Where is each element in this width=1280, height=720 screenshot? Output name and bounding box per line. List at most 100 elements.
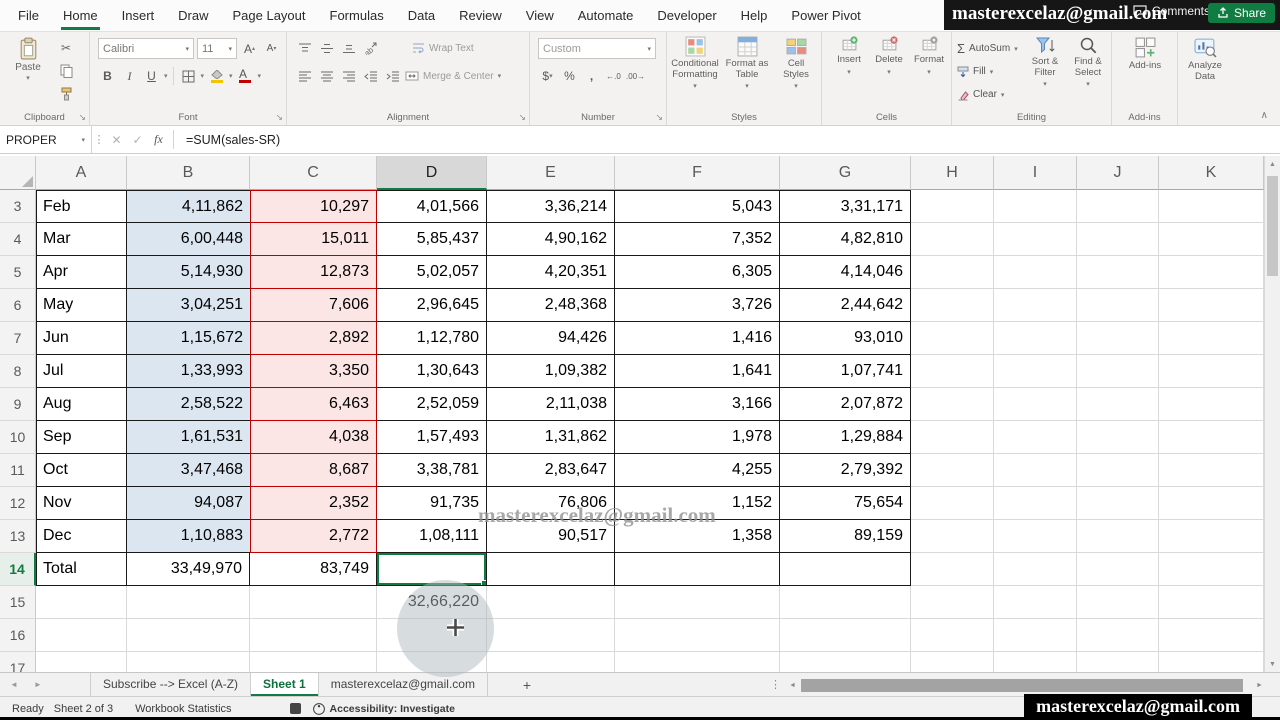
horizontal-scrollbar-thumb[interactable]: [801, 678, 1243, 692]
cell-G6[interactable]: 2,44,642: [780, 289, 911, 322]
cell-G11[interactable]: 2,79,392: [780, 454, 911, 487]
cell-H9[interactable]: [911, 388, 994, 421]
cell-H4[interactable]: [911, 223, 994, 256]
col-header-J[interactable]: J: [1077, 156, 1159, 190]
cell-D5[interactable]: 5,02,057: [377, 256, 487, 289]
format-painter-button[interactable]: [56, 84, 76, 103]
vertical-scrollbar[interactable]: ▲ ▼: [1264, 156, 1280, 672]
copy-button[interactable]: [56, 61, 76, 80]
cell-A3[interactable]: Feb: [36, 190, 127, 223]
percent-style-button[interactable]: %: [560, 66, 579, 86]
cell-J13[interactable]: [1077, 520, 1159, 553]
format-as-table-button[interactable]: Format as Table ▾: [723, 36, 771, 90]
cell-A13[interactable]: Dec: [36, 520, 127, 553]
cell-I10[interactable]: [994, 421, 1077, 454]
borders-arrow[interactable]: ▾: [201, 72, 205, 80]
align-middle-button[interactable]: [317, 38, 336, 58]
cell-I5[interactable]: [994, 256, 1077, 289]
cell-E17[interactable]: [487, 652, 615, 672]
cell-B11[interactable]: 3,47,468: [127, 454, 250, 487]
cell-K4[interactable]: [1159, 223, 1264, 256]
cell-C14[interactable]: 83,749: [250, 553, 377, 586]
cell-D15[interactable]: 32,66,220: [377, 586, 487, 619]
cell-B7[interactable]: 1,15,672: [127, 322, 250, 355]
delete-cells-button[interactable]: Delete ▾: [870, 36, 908, 76]
italic-button[interactable]: I: [120, 66, 139, 86]
cell-J11[interactable]: [1077, 454, 1159, 487]
scroll-left-icon[interactable]: ◄: [786, 682, 799, 689]
cell-A5[interactable]: Apr: [36, 256, 127, 289]
sort-filter-button[interactable]: Sort & Filter ▾: [1024, 36, 1066, 88]
cell-H15[interactable]: [911, 586, 994, 619]
menu-tab-developer[interactable]: Developer: [645, 0, 728, 31]
new-sheet-button[interactable]: +: [516, 673, 538, 696]
cell-E7[interactable]: 94,426: [487, 322, 615, 355]
cell-B15[interactable]: [127, 586, 250, 619]
cell-C4[interactable]: 15,011: [250, 223, 377, 256]
cell-styles-button[interactable]: Cell Styles ▾: [774, 36, 818, 90]
cell-I4[interactable]: [994, 223, 1077, 256]
col-header-A[interactable]: A: [36, 156, 127, 190]
font-dialog-launcher[interactable]: ↘: [275, 112, 283, 123]
cell-B8[interactable]: 1,33,993: [127, 355, 250, 388]
cell-I14[interactable]: [994, 553, 1077, 586]
cell-J7[interactable]: [1077, 322, 1159, 355]
workbook-statistics-button[interactable]: Workbook Statistics: [135, 703, 231, 715]
increase-decimal-button[interactable]: ←.0: [604, 66, 623, 86]
cell-B16[interactable]: [127, 619, 250, 652]
col-header-E[interactable]: E: [487, 156, 615, 190]
col-header-D[interactable]: D: [377, 156, 487, 190]
cell-I13[interactable]: [994, 520, 1077, 553]
grow-font-button[interactable]: A ▴: [240, 39, 259, 59]
cell-G13[interactable]: 89,159: [780, 520, 911, 553]
display-settings-icon[interactable]: [289, 703, 301, 714]
row-header-14[interactable]: 14: [0, 553, 36, 586]
cell-G5[interactable]: 4,14,046: [780, 256, 911, 289]
cell-G8[interactable]: 1,07,741: [780, 355, 911, 388]
paste-button[interactable]: Paste ▾: [6, 36, 50, 110]
comma-style-button[interactable]: ,: [582, 66, 601, 86]
cell-K16[interactable]: [1159, 619, 1264, 652]
clipboard-dialog-launcher[interactable]: ↘: [78, 112, 86, 123]
cell-J3[interactable]: [1077, 190, 1159, 223]
cell-C6[interactable]: 7,606: [250, 289, 377, 322]
cell-A11[interactable]: Oct: [36, 454, 127, 487]
row-header-17[interactable]: 17: [0, 652, 36, 672]
cell-I17[interactable]: [994, 652, 1077, 672]
row-header-7[interactable]: 7: [0, 322, 36, 355]
cell-J12[interactable]: [1077, 487, 1159, 520]
cell-F15[interactable]: [615, 586, 780, 619]
cell-A17[interactable]: [36, 652, 127, 672]
cell-I15[interactable]: [994, 586, 1077, 619]
cell-B12[interactable]: 94,087: [127, 487, 250, 520]
cell-F5[interactable]: 6,305: [615, 256, 780, 289]
cell-A6[interactable]: May: [36, 289, 127, 322]
cell-E5[interactable]: 4,20,351: [487, 256, 615, 289]
col-header-F[interactable]: F: [615, 156, 780, 190]
cell-F9[interactable]: 3,166: [615, 388, 780, 421]
cell-F8[interactable]: 1,641: [615, 355, 780, 388]
cell-C13[interactable]: 2,772: [250, 520, 377, 553]
font-name-select[interactable]: Calibri ▾: [98, 38, 194, 59]
cell-G16[interactable]: [780, 619, 911, 652]
cut-button[interactable]: ✂: [56, 38, 76, 57]
cell-G7[interactable]: 93,010: [780, 322, 911, 355]
row-header-15[interactable]: 15: [0, 586, 36, 619]
cell-E14[interactable]: [487, 553, 615, 586]
cell-C15[interactable]: [250, 586, 377, 619]
cell-F11[interactable]: 4,255: [615, 454, 780, 487]
cell-D7[interactable]: 1,12,780: [377, 322, 487, 355]
row-header-4[interactable]: 4: [0, 223, 36, 256]
cell-D16[interactable]: [377, 619, 487, 652]
cell-B10[interactable]: 1,61,531: [127, 421, 250, 454]
row-header-12[interactable]: 12: [0, 487, 36, 520]
cell-B4[interactable]: 6,00,448: [127, 223, 250, 256]
cell-K14[interactable]: [1159, 553, 1264, 586]
cell-H8[interactable]: [911, 355, 994, 388]
cell-J9[interactable]: [1077, 388, 1159, 421]
cell-F7[interactable]: 1,416: [615, 322, 780, 355]
enter-button[interactable]: ✓: [127, 126, 148, 153]
horizontal-scrollbar-track[interactable]: [799, 677, 1253, 693]
cell-B17[interactable]: [127, 652, 250, 672]
menu-tab-insert[interactable]: Insert: [110, 0, 167, 31]
